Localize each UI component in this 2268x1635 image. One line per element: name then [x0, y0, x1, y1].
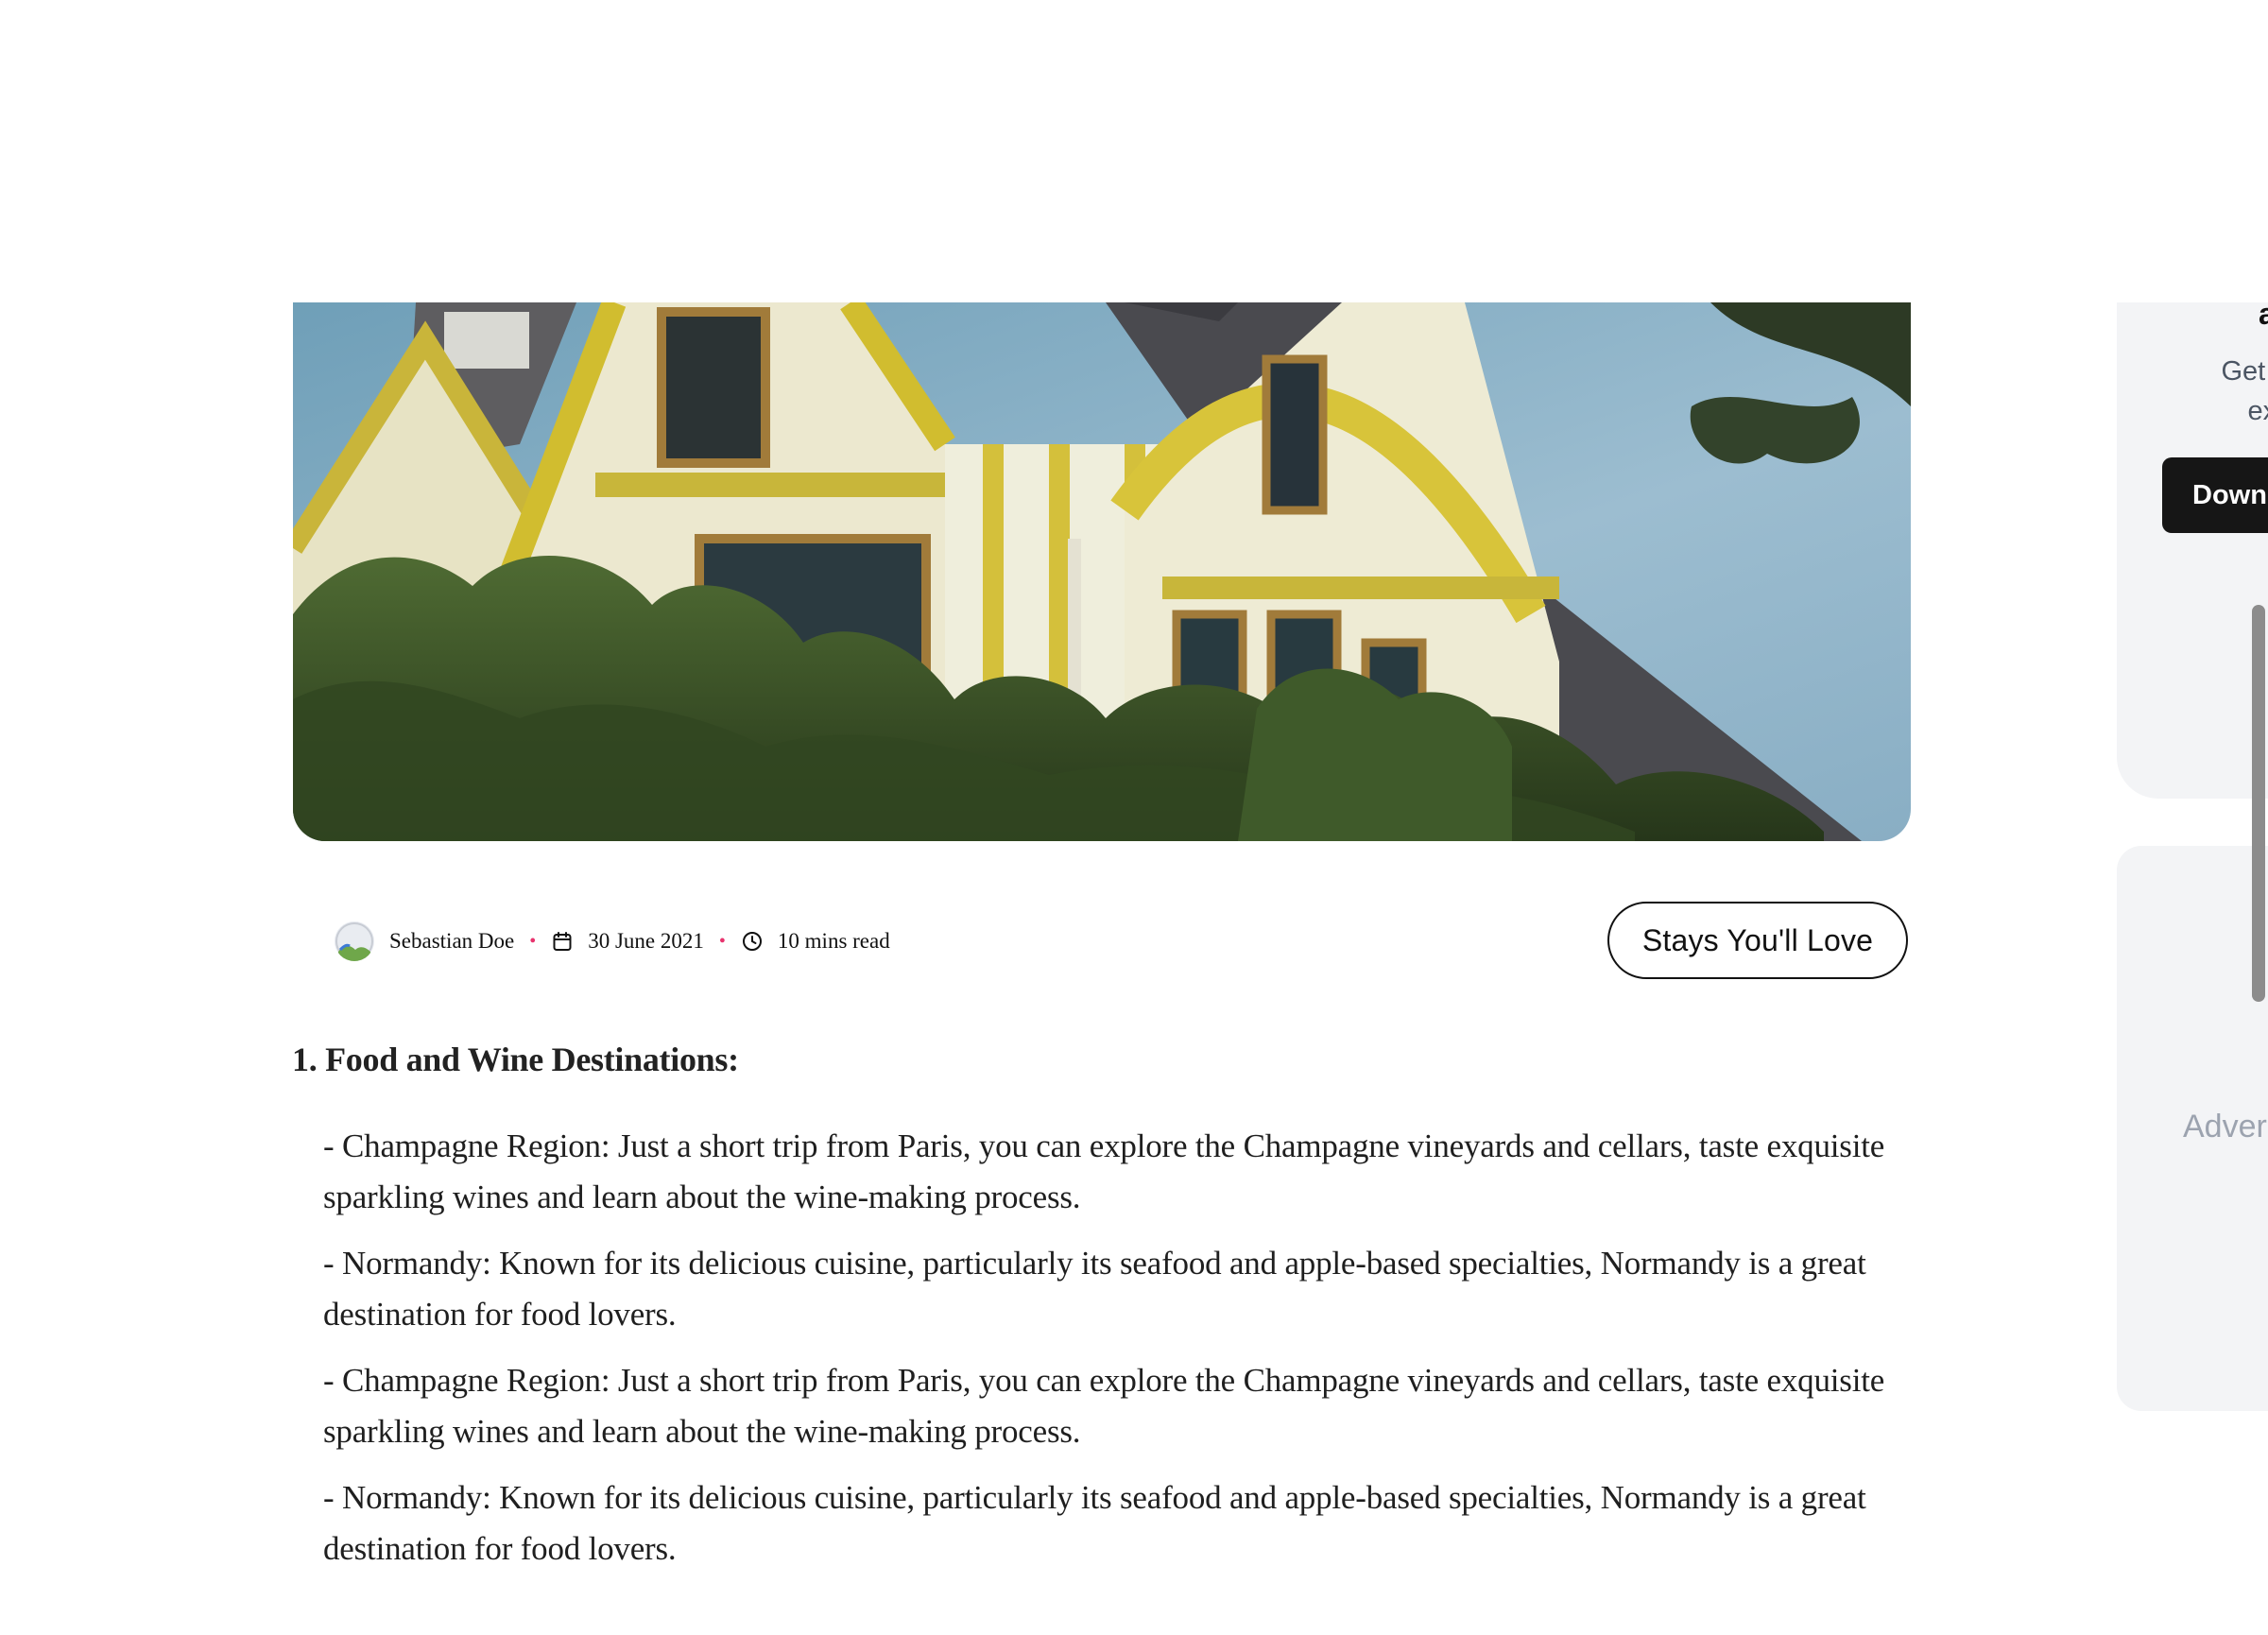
- article-meta: Sebastian Doe • 30 June 2021 • 10 mins r…: [335, 920, 890, 963]
- download-button[interactable]: Downl: [2162, 457, 2268, 533]
- page-scrollbar[interactable]: [2252, 605, 2265, 1002]
- article-hero-image: [293, 302, 1911, 841]
- article-paragraphs: - Champagne Region: Just a short trip fr…: [323, 1121, 1892, 1590]
- advertisement-label: Adver: [2183, 1109, 2267, 1144]
- publish-date: 30 June 2021: [588, 929, 704, 953]
- article-paragraph: - Champagne Region: Just a short trip fr…: [323, 1362, 1885, 1450]
- calendar-icon: [551, 930, 574, 953]
- download-card-desc-line: expe: [2247, 396, 2268, 426]
- download-card-description: Get the expe: [2172, 352, 2268, 431]
- download-app-card: a Get the expe Downl: [2117, 297, 2268, 799]
- download-card-desc-line: Get the: [2221, 356, 2268, 387]
- meta-separator-dot: •: [529, 931, 537, 952]
- advertisement-card[interactable]: Adver: [2117, 846, 2268, 1411]
- author-avatar[interactable]: [335, 921, 374, 961]
- article-paragraph: - Normandy: Known for its delicious cuis…: [323, 1479, 1866, 1567]
- clock-icon: [741, 930, 764, 953]
- section-heading: 1. Food and Wine Destinations:: [292, 1041, 739, 1078]
- author-name[interactable]: Sebastian Doe: [389, 929, 514, 954]
- article-paragraph: - Normandy: Known for its delicious cuis…: [323, 1245, 1866, 1333]
- category-button[interactable]: Stays You'll Love: [1607, 902, 1908, 979]
- read-time: 10 mins read: [777, 929, 890, 953]
- meta-separator-dot: •: [718, 931, 726, 952]
- article-paragraph: - Champagne Region: Just a short trip fr…: [323, 1127, 1885, 1215]
- download-card-heading: a: [2259, 297, 2268, 331]
